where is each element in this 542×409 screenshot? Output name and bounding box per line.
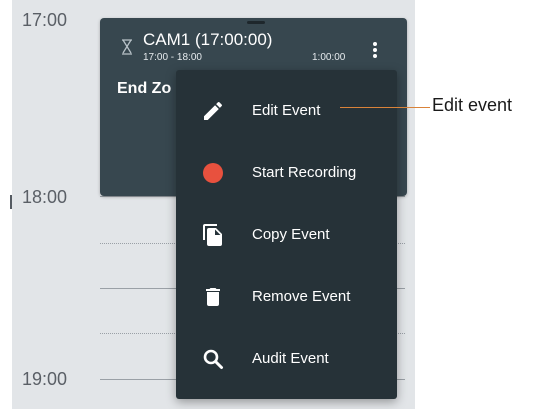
event-time-range: 17:00 - 18:00 — [143, 52, 202, 63]
menu-item-audit-event[interactable]: Audit Event — [176, 330, 397, 386]
menu-item-label: Remove Event — [252, 288, 351, 305]
menu-item-label: Start Recording — [252, 164, 357, 181]
menu-item-label: Edit Event — [252, 102, 321, 119]
callout-label: Edit event — [432, 95, 513, 115]
event-duration: 1:00:00 — [312, 52, 346, 63]
copy-icon — [203, 224, 222, 246]
event-title: CAM1 (17:00:00) — [143, 30, 273, 49]
event-subtitle: End Zo — [117, 80, 172, 97]
more-options-icon[interactable] — [367, 42, 383, 60]
pencil-icon — [204, 101, 223, 120]
screenshot-canvas: 17:00 18:00 19:00 CAM1 (17:00:00) 17:00 … — [0, 0, 542, 409]
time-label-18: 18:00 — [22, 187, 68, 207]
menu-item-start-recording[interactable]: Start Recording — [176, 144, 397, 200]
callout-line — [340, 107, 430, 108]
menu-item-edit-event[interactable]: Edit Event — [176, 82, 397, 138]
time-label-19: 19:00 — [22, 369, 68, 389]
trash-icon — [206, 288, 220, 306]
drag-handle[interactable] — [247, 21, 265, 24]
time-label-17: 17:00 — [22, 10, 68, 30]
menu-item-label: Copy Event — [252, 226, 330, 243]
resize-tick — [10, 195, 12, 209]
record-dot-icon — [203, 163, 223, 183]
search-icon — [203, 349, 223, 369]
menu-item-label: Audit Event — [252, 350, 329, 367]
hourglass-icon — [122, 39, 132, 55]
menu-item-remove-event[interactable]: Remove Event — [176, 268, 397, 324]
event-context-menu: Edit Event Start Recording Copy Event Re… — [176, 70, 397, 399]
menu-item-copy-event[interactable]: Copy Event — [176, 206, 397, 262]
